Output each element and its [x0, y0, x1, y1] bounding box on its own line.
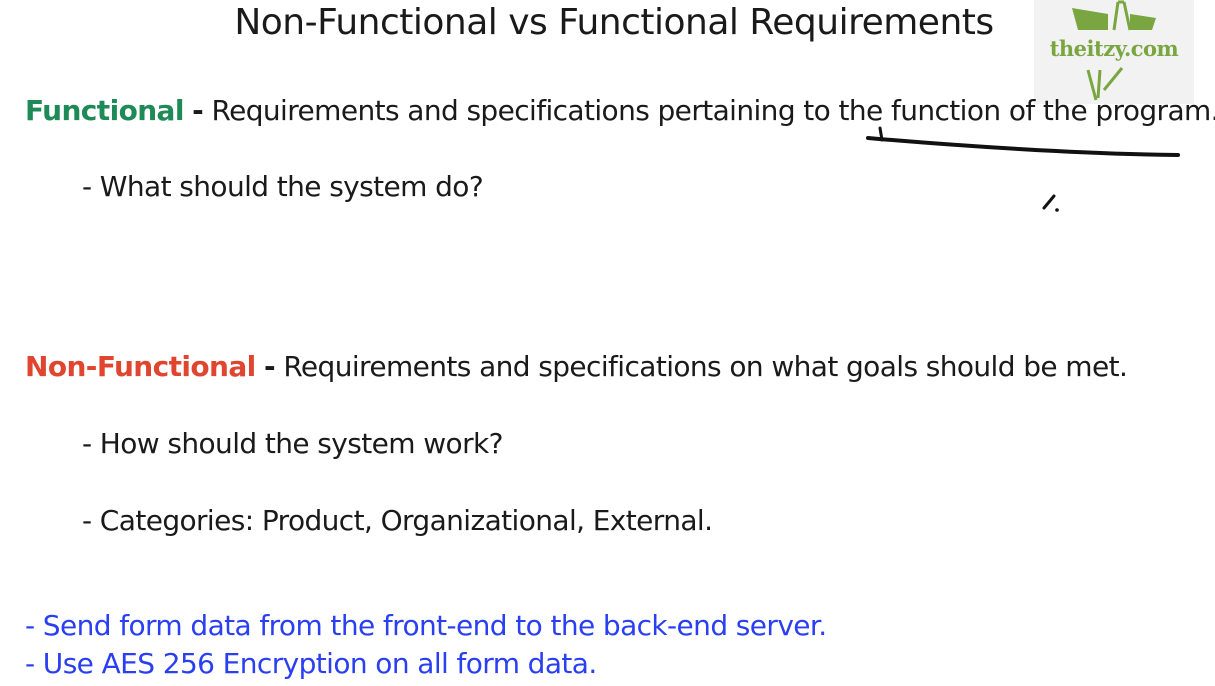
handwritten-annotation	[866, 126, 1180, 212]
underline-tick	[878, 126, 884, 142]
underline-stroke	[866, 136, 1180, 157]
pen-cursor-icon	[1042, 194, 1059, 212]
